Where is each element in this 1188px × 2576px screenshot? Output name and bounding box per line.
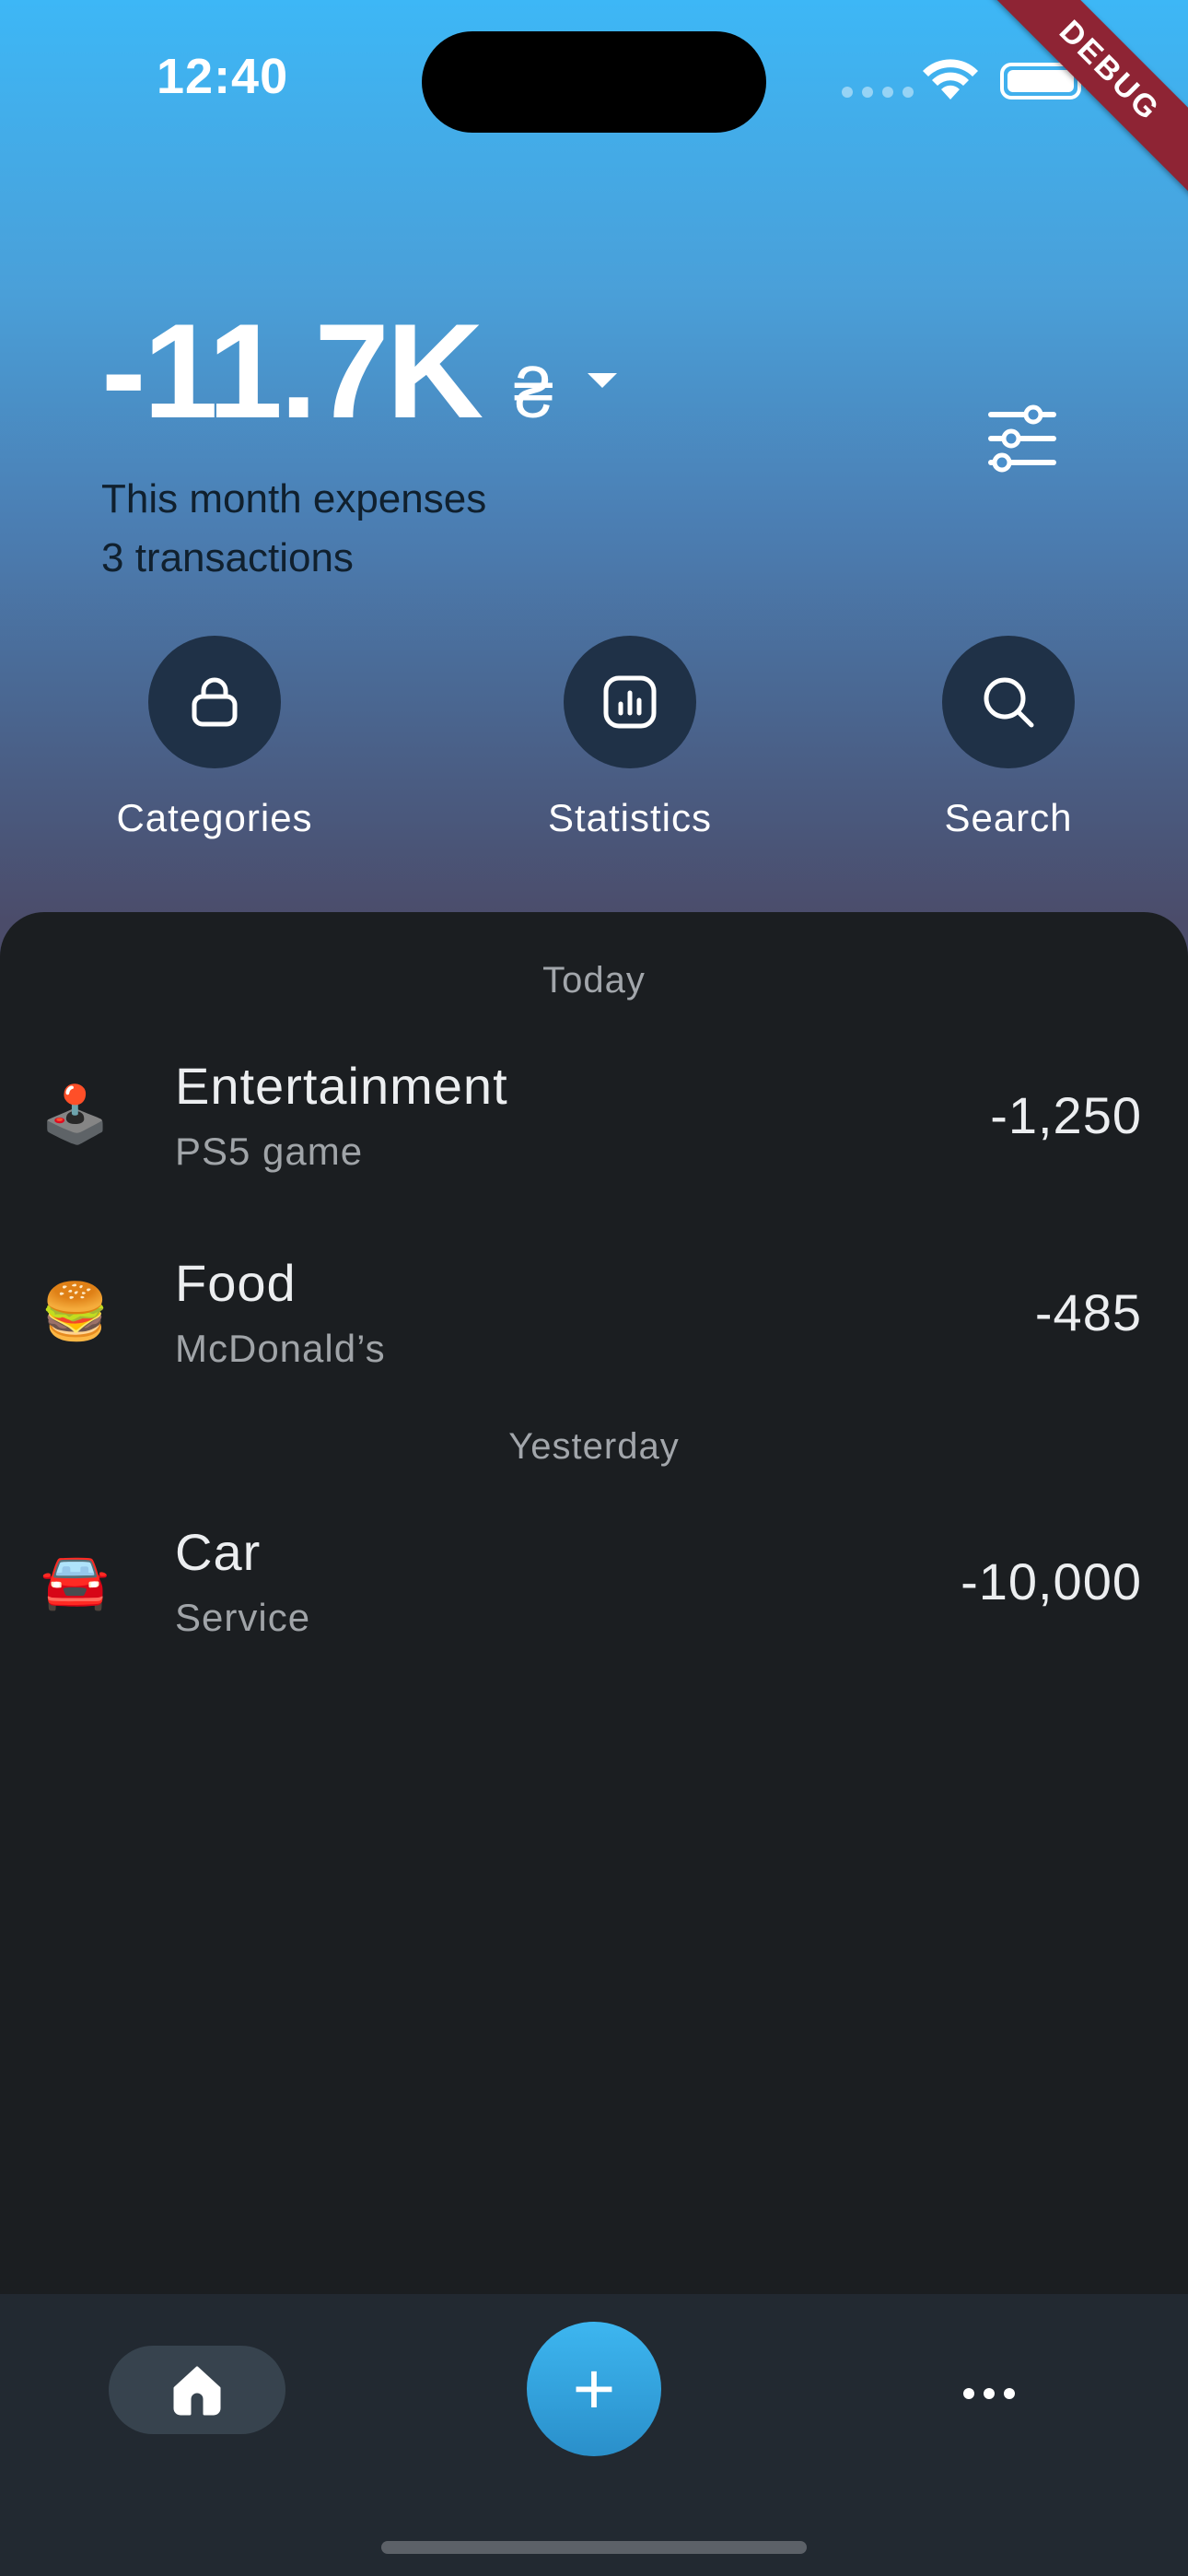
- cellular-signal-icon: [842, 87, 914, 98]
- bottom-navigation: +: [0, 2294, 1188, 2576]
- wifi-icon: [923, 59, 978, 100]
- transaction-amount: -10,000: [961, 1552, 1142, 1610]
- categories-button[interactable]: Categories: [76, 636, 353, 840]
- home-tab[interactable]: [109, 2346, 285, 2434]
- total-amount: -11.7K: [101, 296, 483, 446]
- search-icon: [984, 677, 1034, 728]
- transaction-amount: -1,250: [990, 1086, 1142, 1144]
- search-button[interactable]: Search: [870, 636, 1147, 840]
- app-screen: 12:40 DEBUG -11.7K ₴ This month expenses…: [0, 0, 1188, 2576]
- transaction-amount: -485: [1034, 1283, 1142, 1341]
- currency-dropdown-icon[interactable]: [588, 373, 618, 388]
- transaction-row[interactable]: 🚘 Car Service -10,000: [0, 1494, 1188, 1679]
- burger-icon: 🍔: [41, 1281, 110, 1342]
- joystick-icon: 🕹️: [41, 1083, 110, 1145]
- statistics-button[interactable]: Statistics: [492, 636, 768, 840]
- summary-subtitle: This month expenses 3 transactions: [101, 470, 486, 588]
- section-header-today: Today: [542, 960, 646, 1001]
- debug-banner: DEBUG: [965, 0, 1188, 216]
- categories-label: Categories: [116, 796, 313, 839]
- home-icon: [173, 2366, 221, 2416]
- transaction-note: McDonald’s: [175, 1327, 386, 1370]
- home-indicator: [381, 2541, 807, 2554]
- transaction-category: Entertainment: [175, 1057, 508, 1115]
- transaction-row[interactable]: 🕹️ Entertainment PS5 game -1,250: [0, 1028, 1188, 1212]
- search-label: Search: [944, 796, 1073, 839]
- filter-icon[interactable]: [978, 394, 1066, 483]
- bag-icon: [192, 677, 238, 727]
- transaction-note: Service: [175, 1596, 311, 1639]
- transactions-sheet[interactable]: Today 🕹️ Entertainment PS5 game -1,250 🍔…: [0, 912, 1188, 2294]
- period-label: This month expenses: [101, 476, 487, 521]
- balance-summary: -11.7K ₴: [101, 296, 618, 446]
- currency-symbol[interactable]: ₴: [514, 354, 553, 434]
- statistics-label: Statistics: [547, 796, 713, 839]
- chart-icon: [603, 675, 657, 729]
- dynamic-island: [422, 31, 766, 133]
- transaction-count: 3 transactions: [101, 535, 354, 580]
- car-icon: 🚘: [41, 1550, 110, 1611]
- transaction-category: Food: [175, 1254, 297, 1312]
- more-icon[interactable]: [945, 2349, 1033, 2438]
- status-time: 12:40: [157, 49, 289, 104]
- transaction-category: Car: [175, 1523, 262, 1581]
- section-header-yesterday: Yesterday: [508, 1426, 680, 1467]
- add-transaction-button[interactable]: +: [527, 2322, 661, 2456]
- transaction-note: PS5 game: [175, 1130, 364, 1173]
- transaction-row[interactable]: 🍔 Food McDonald’s -485: [0, 1225, 1188, 1410]
